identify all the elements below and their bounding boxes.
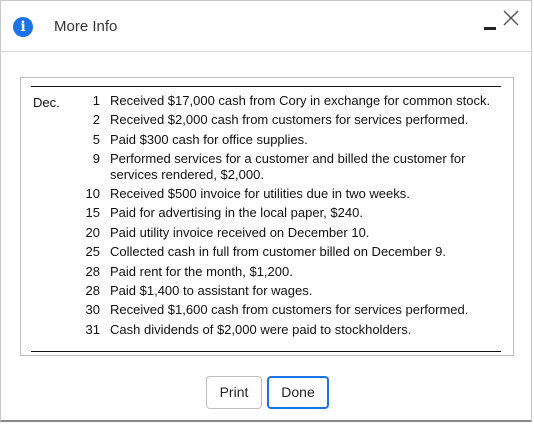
transaction-day: 1 bbox=[92, 93, 100, 108]
transaction-description: Collected cash in full from customer bil… bbox=[110, 244, 446, 260]
transaction-day: 30 bbox=[85, 302, 100, 318]
transaction-day: 10 bbox=[85, 186, 100, 202]
close-icon[interactable] bbox=[500, 7, 522, 29]
print-button[interactable]: Print bbox=[206, 376, 262, 409]
transaction-description: Performed services for a customer and bi… bbox=[110, 151, 466, 182]
transaction-row: 25 Collected cash in full from customer … bbox=[77, 244, 497, 259]
done-button[interactable]: Done bbox=[267, 376, 329, 409]
minimize-icon[interactable] bbox=[480, 15, 500, 35]
transaction-day: 20 bbox=[85, 224, 100, 240]
transaction-day: 9 bbox=[92, 151, 100, 167]
transaction-day: 25 bbox=[85, 244, 100, 260]
transaction-description: Received $500 invoice for utilities due … bbox=[110, 186, 410, 202]
transaction-description: Paid $300 cash for office supplies. bbox=[110, 131, 308, 147]
transaction-description: Received $17,000 cash from Cory in excha… bbox=[110, 93, 491, 108]
transaction-description: Received $1,600 cash from customers for … bbox=[110, 302, 469, 318]
transaction-row: 10 Received $500 invoice for utilities d… bbox=[77, 186, 497, 201]
bottom-rule bbox=[31, 351, 501, 352]
transaction-description: Paid utility invoice received on Decembe… bbox=[110, 224, 370, 240]
transaction-row: 9 Performed services for a customer and … bbox=[77, 151, 497, 182]
transaction-day: 15 bbox=[85, 205, 100, 221]
transaction-row: 2 Received $2,000 cash from customers fo… bbox=[77, 112, 497, 127]
transaction-description: Paid for advertising in the local paper,… bbox=[110, 205, 363, 221]
transaction-day: 2 bbox=[92, 112, 100, 128]
info-icon: i bbox=[13, 17, 33, 37]
transaction-row: 5 Paid $300 cash for office supplies. bbox=[77, 132, 497, 147]
dialog-title: More Info bbox=[54, 18, 118, 35]
month-label: Dec. bbox=[33, 95, 60, 110]
transaction-row: 20 Paid utility invoice received on Dece… bbox=[77, 225, 497, 240]
top-rule bbox=[31, 86, 501, 87]
dialog-titlebar: i More Info bbox=[1, 1, 531, 52]
transaction-description: Paid rent for the month, $1,200. bbox=[110, 263, 293, 279]
transaction-row: 30 Received $1,600 cash from customers f… bbox=[77, 302, 497, 317]
transaction-description: Received $2,000 cash from customers for … bbox=[110, 112, 469, 128]
transaction-row: 31 Cash dividends of $2,000 were paid to… bbox=[77, 322, 497, 337]
transaction-day: 28 bbox=[85, 263, 100, 279]
transaction-day: 28 bbox=[85, 283, 100, 299]
transaction-day: 5 bbox=[92, 131, 100, 147]
transaction-row: 1 Received $17,000 cash from Cory in exc… bbox=[77, 93, 497, 108]
transaction-row: 15 Paid for advertising in the local pap… bbox=[77, 205, 497, 220]
transaction-day: 31 bbox=[85, 321, 100, 337]
transaction-list: 1 Received $17,000 cash from Cory in exc… bbox=[77, 93, 497, 341]
transaction-row: 28 Paid $1,400 to assistant for wages. bbox=[77, 283, 497, 298]
transaction-row: 28 Paid rent for the month, $1,200. bbox=[77, 264, 497, 279]
transaction-description: Cash dividends of $2,000 were paid to st… bbox=[110, 321, 412, 337]
transactions-panel: Dec. 1 Received $17,000 cash from Cory i… bbox=[20, 77, 514, 356]
more-info-dialog: i More Info Dec. 1 Received $17,000 cash… bbox=[0, 0, 532, 422]
transaction-description: Paid $1,400 to assistant for wages. bbox=[110, 283, 313, 299]
